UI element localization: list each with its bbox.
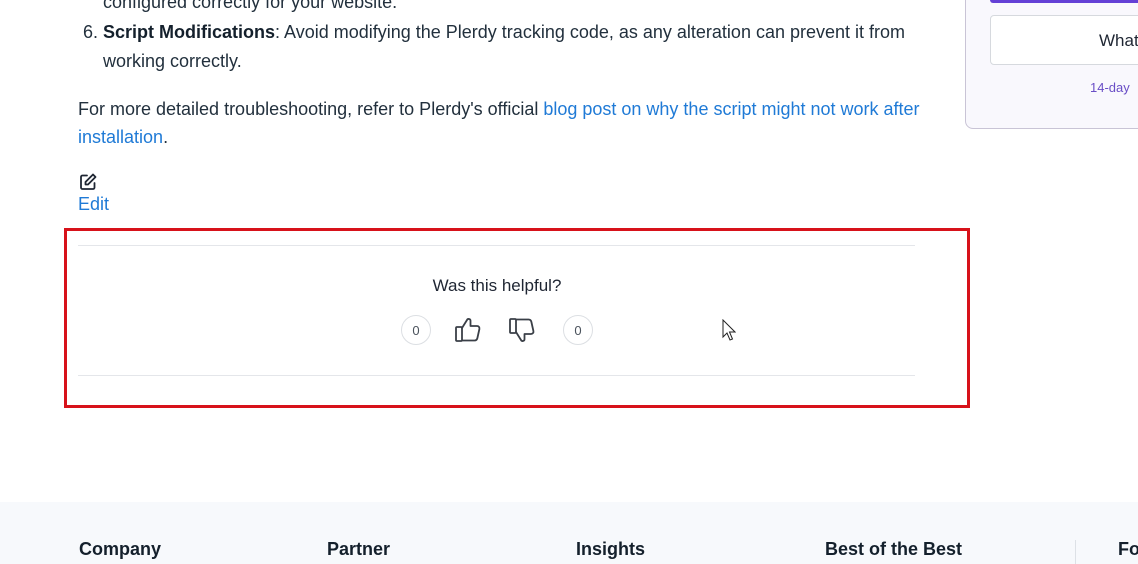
footer-column-partial: Fo	[1118, 539, 1138, 559]
footer-column-best-of-the-best: Best of the Best	[825, 539, 963, 559]
footer-column-company: Company	[79, 539, 162, 559]
sidebar-primary-button-edge[interactable]	[990, 0, 1138, 3]
sidebar-cta-card: What 14-day	[965, 0, 1138, 129]
footer-column-partner: Partner	[327, 539, 391, 559]
list-item-body: Script Modifications: Avoid modifying th…	[103, 18, 928, 76]
feedback-question: Was this helpful?	[432, 276, 562, 295]
list-number: 6.	[83, 22, 99, 42]
list-item-previous-tail: configured correctly for your website.	[103, 0, 398, 12]
troubleshooting-paragraph: For more detailed troubleshooting, refer…	[78, 95, 928, 151]
footer-column-insights: Insights	[576, 539, 646, 559]
site-footer	[0, 502, 1138, 564]
thumbs-up-icon[interactable]	[453, 314, 485, 346]
downvote-count: 0	[563, 315, 593, 345]
paragraph-suffix: .	[163, 127, 169, 147]
upvote-count: 0	[401, 315, 431, 345]
thumbs-down-icon[interactable]	[507, 314, 539, 346]
edit-link[interactable]: Edit	[78, 194, 109, 215]
list-item-title: Script Modifications	[103, 22, 276, 42]
sidebar-trial-text: 14-day	[1090, 80, 1130, 95]
paragraph-prefix: For more detailed troubleshooting, refer…	[78, 99, 544, 119]
edit-control[interactable]: Edit	[78, 172, 109, 215]
sidebar-secondary-button[interactable]: What	[990, 15, 1138, 65]
divider	[78, 245, 915, 246]
divider	[78, 375, 915, 376]
list-item-script-modifications: 6. Script Modifications: Avoid modifying…	[78, 18, 928, 76]
edit-icon[interactable]	[78, 172, 98, 192]
mouse-cursor-icon	[722, 319, 736, 341]
footer-divider	[1075, 540, 1076, 564]
